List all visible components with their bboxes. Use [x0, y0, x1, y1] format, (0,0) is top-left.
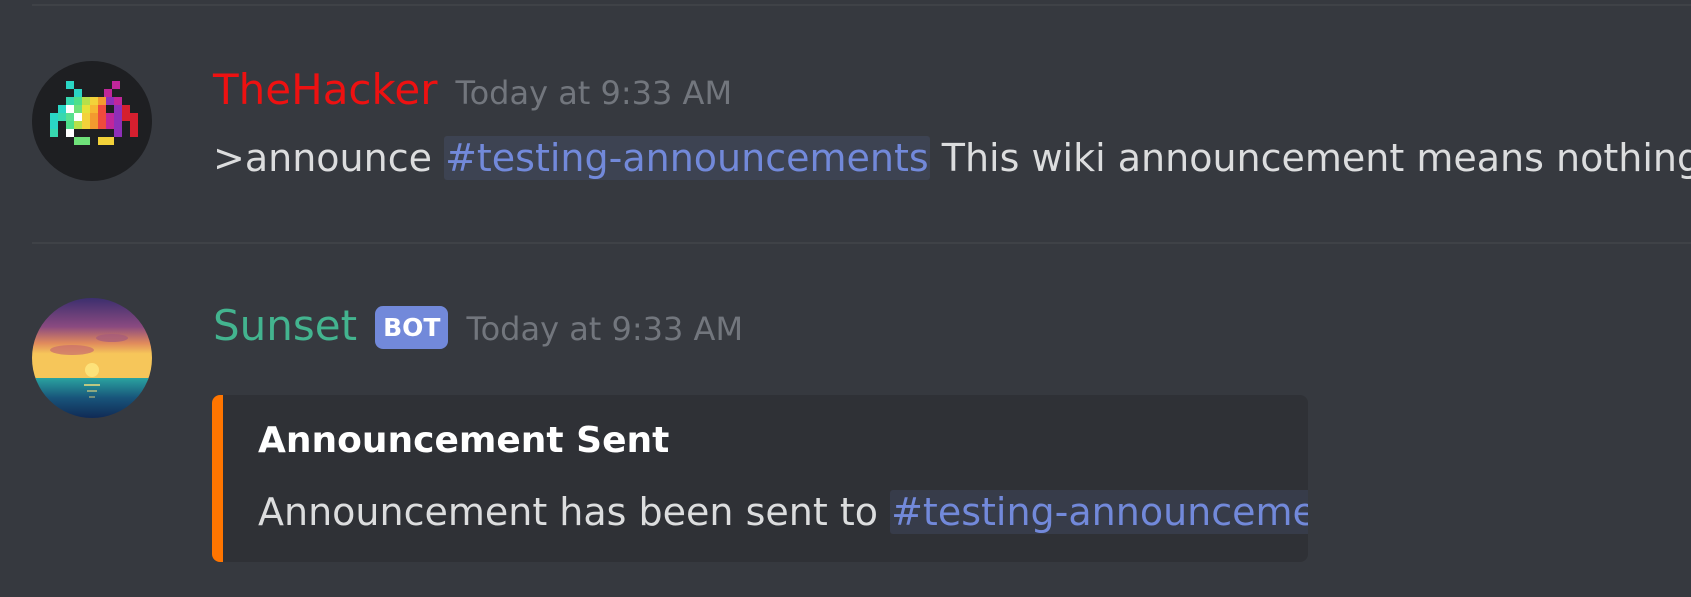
embed-accent-bar	[212, 395, 223, 562]
message-divider	[32, 4, 1691, 6]
channel-mention[interactable]: #testing-announcements	[890, 490, 1308, 534]
message-text: This wiki announcement means nothing	[929, 136, 1691, 180]
message-divider	[32, 242, 1691, 244]
space-invader-icon	[32, 61, 152, 181]
message-text: >announce	[213, 136, 445, 180]
embed-description: Announcement has been sent to #testing-a…	[258, 485, 1308, 539]
user-avatar[interactable]	[32, 61, 152, 181]
chat-messages: TheHacker Today at 9:33 AM >announce #te…	[0, 0, 1691, 597]
username[interactable]: TheHacker	[213, 62, 437, 118]
channel-mention[interactable]: #testing-announcements	[444, 136, 930, 180]
message-timestamp: Today at 9:33 AM	[455, 74, 733, 112]
message-header: Sunset BOT Today at 9:33 AM	[213, 298, 743, 354]
sunset-icon	[32, 298, 152, 418]
message-embed: Announcement Sent Announcement has been …	[212, 395, 1308, 562]
embed-title: Announcement Sent	[258, 420, 670, 461]
message-content: >announce #testing-announcements This wi…	[213, 130, 1691, 186]
embed-text: Announcement has been sent to	[258, 490, 891, 534]
bot-avatar[interactable]	[32, 298, 152, 418]
username[interactable]: Sunset	[213, 298, 357, 354]
bot-badge: BOT	[375, 305, 449, 349]
message-timestamp: Today at 9:33 AM	[466, 310, 744, 348]
message-header: TheHacker Today at 9:33 AM	[213, 62, 732, 118]
